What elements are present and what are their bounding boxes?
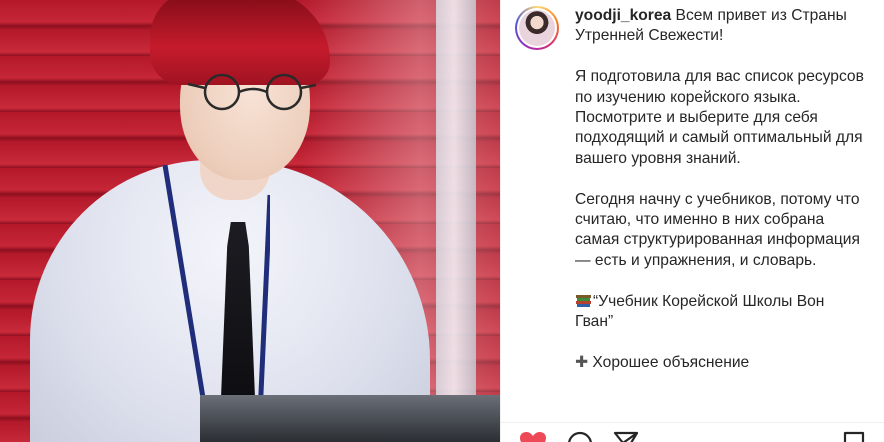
caption-paragraph-4: ✚ Хорошее объяснение: [575, 353, 865, 373]
photo-lanyard: [162, 165, 270, 416]
caption-intro: yoodji_korea Всем привет из Страны Утрен…: [575, 6, 865, 47]
instagram-post: yoodji_korea Всем привет из Страны Утрен…: [0, 0, 884, 442]
caption-text: yoodji_korea Всем привет из Страны Утрен…: [575, 6, 865, 373]
books-icon: [576, 294, 591, 307]
caption-paragraph-3: “Учебник Корейской Школы Вон Гван”: [575, 292, 865, 333]
username-link[interactable]: yoodji_korea: [575, 7, 671, 24]
comment-icon[interactable]: [567, 431, 593, 442]
heart-icon[interactable]: [519, 431, 547, 442]
photo-glasses: [187, 73, 316, 111]
post-side-panel: yoodji_korea Всем привет из Страны Утрен…: [500, 0, 884, 442]
bookmark-icon[interactable]: [843, 431, 865, 442]
avatar-ring: [517, 8, 557, 48]
caption-partial-line: Хорошее объяснение: [592, 353, 750, 371]
caption-paragraph-2: Сегодня начну с учебников, потому что сч…: [575, 190, 860, 269]
plus-icon: ✚: [575, 353, 589, 371]
photo-glass-pole: [436, 0, 476, 442]
post-photo[interactable]: [0, 0, 500, 442]
avatar-image: [519, 10, 555, 46]
caption-paragraph-1: Я подготовила для вас список ресурсов по…: [575, 68, 864, 167]
action-bar: [501, 422, 884, 442]
textbook-title: “Учебник Корейской Школы Вон Гван”: [575, 292, 825, 331]
caption-comment: yoodji_korea Всем привет из Страны Утрен…: [515, 6, 871, 373]
photo-desk: [200, 395, 500, 442]
share-icon[interactable]: [613, 431, 639, 442]
avatar[interactable]: [515, 6, 559, 50]
